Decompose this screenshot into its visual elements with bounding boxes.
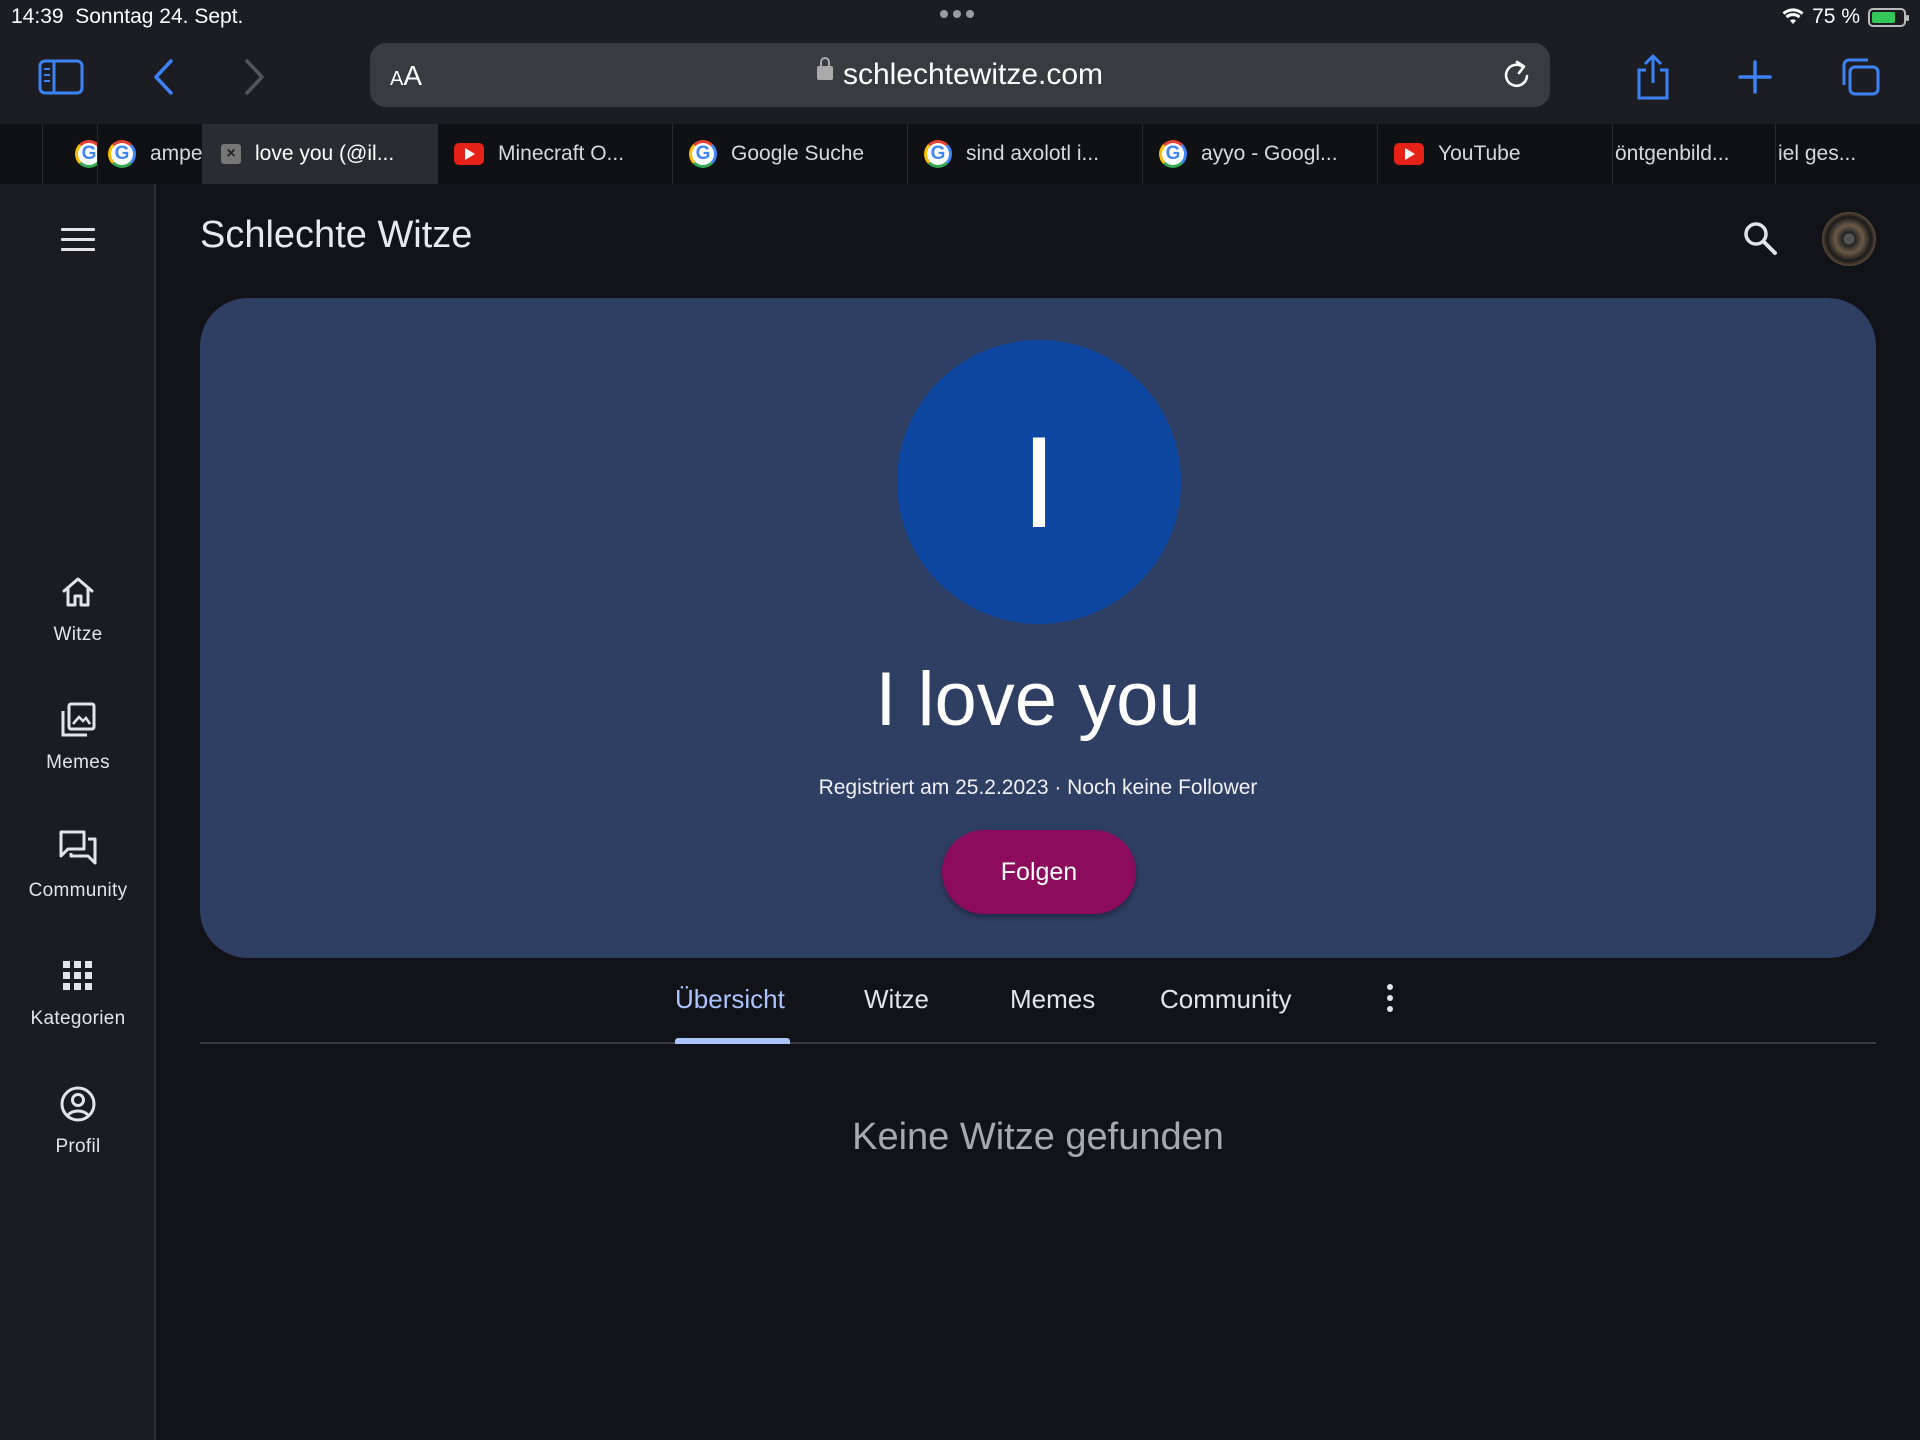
- google-icon: G: [689, 140, 717, 168]
- tab-label: iel ges...: [1778, 142, 1857, 165]
- browser-tab[interactable]: öntgenbild...: [1612, 124, 1775, 184]
- back-icon[interactable]: [138, 52, 188, 102]
- forward-icon[interactable]: [230, 52, 280, 102]
- nav-label: Memes: [46, 752, 110, 773]
- youtube-icon: [1394, 143, 1424, 165]
- empty-state-message: Keine Witze gefunden: [852, 1116, 1224, 1158]
- account-circle-icon: [0, 1082, 156, 1126]
- google-icon: G: [1159, 140, 1187, 168]
- url-text: schlechtewitze.com: [842, 58, 1104, 91]
- tab-label: öntgenbild...: [1615, 142, 1730, 165]
- follow-button[interactable]: Folgen: [942, 830, 1136, 914]
- wifi-icon: [1782, 8, 1804, 24]
- nav-item-community[interactable]: Community: [0, 826, 156, 902]
- browser-tab[interactable]: iel ges...: [1775, 124, 1905, 184]
- browser-tab[interactable]: Gampe: [97, 124, 202, 184]
- multitasking-dots-icon[interactable]: [940, 10, 974, 18]
- browser-tab-strip: G Gampe × love you (@il... Minecraft O...…: [0, 124, 1920, 184]
- youtube-icon: [454, 143, 484, 165]
- status-bar: 14:39 Sonntag 24. Sept. 75 %: [0, 0, 1920, 34]
- tab-memes[interactable]: Memes: [1010, 984, 1095, 1015]
- browser-tab[interactable]: G Google Suche: [672, 124, 907, 184]
- avatar-initial: I: [1020, 409, 1058, 555]
- profile-avatar: I: [897, 340, 1181, 624]
- tab-label: Google Suche: [731, 142, 865, 165]
- status-time: 14:39 Sonntag 24. Sept.: [11, 5, 243, 29]
- browser-tab[interactable]: Gayyo - Googl...: [1142, 124, 1377, 184]
- share-icon[interactable]: [1628, 52, 1678, 102]
- tab-label: ampe: [150, 142, 202, 165]
- tab-overview-icon[interactable]: [1835, 52, 1885, 102]
- tab-label: ayyo - Googl...: [1201, 142, 1338, 165]
- google-icon: G: [924, 140, 952, 168]
- nav-label: Profil: [55, 1136, 101, 1157]
- browser-tab[interactable]: G: [42, 124, 97, 184]
- nav-item-witze[interactable]: Witze: [0, 570, 156, 646]
- nav-label: Community: [28, 880, 128, 901]
- home-icon: [0, 570, 156, 614]
- lock-icon: [816, 57, 833, 81]
- profile-banner: I I love you Registriert am 25.2.2023 · …: [200, 298, 1876, 958]
- forum-icon: [0, 826, 156, 870]
- browser-tab[interactable]: Minecraft O...: [437, 124, 672, 184]
- new-tab-icon[interactable]: [1730, 52, 1780, 102]
- tab-strip-gap: [0, 124, 42, 184]
- nav-label: Witze: [53, 624, 103, 645]
- user-avatar[interactable]: [1822, 212, 1876, 266]
- search-icon[interactable]: [1742, 220, 1778, 261]
- image-gallery-icon: [0, 698, 156, 742]
- nav-item-memes[interactable]: Memes: [0, 698, 156, 774]
- browser-toolbar: AAAA schlechtewitze.com: [0, 34, 1920, 124]
- url-display[interactable]: schlechtewitze.com: [370, 57, 1550, 92]
- google-icon: G: [108, 140, 136, 168]
- status-indicators: 75 %: [1782, 5, 1909, 29]
- address-bar[interactable]: AAAA schlechtewitze.com: [370, 43, 1550, 107]
- profile-tabs: Übersicht Witze Memes Community: [200, 968, 1876, 1044]
- date: Sonntag 24. Sept.: [75, 5, 244, 28]
- menu-icon[interactable]: [61, 228, 95, 258]
- tab-community[interactable]: Community: [1160, 984, 1291, 1015]
- site-title[interactable]: Schlechte Witze: [200, 214, 472, 257]
- browser-tab[interactable]: YouTube: [1377, 124, 1612, 184]
- tab-label: Minecraft O...: [498, 142, 625, 165]
- browser-tab[interactable]: Gsind axolotl i...: [907, 124, 1142, 184]
- grid-icon: [0, 954, 156, 998]
- close-icon[interactable]: ×: [221, 144, 241, 164]
- profile-meta: Registriert am 25.2.2023 · Noch keine Fo…: [818, 776, 1258, 799]
- tab-label: YouTube: [1438, 142, 1521, 165]
- reload-icon[interactable]: [1500, 57, 1534, 96]
- tab-label: sind axolotl i...: [966, 142, 1100, 165]
- clock: 14:39: [11, 5, 64, 28]
- nav-item-kategorien[interactable]: Kategorien: [0, 954, 156, 1030]
- battery-percent: 75 %: [1812, 5, 1860, 28]
- tab-uebersicht[interactable]: Übersicht: [675, 984, 785, 1015]
- battery-icon: [1868, 7, 1909, 27]
- active-tab-indicator: [675, 1038, 790, 1044]
- sidebar-toggle-icon[interactable]: [36, 52, 86, 102]
- nav-item-profil[interactable]: Profil: [0, 1082, 156, 1158]
- tab-label: love you (@il...: [255, 142, 395, 165]
- browser-tab-active[interactable]: × love you (@il...: [202, 124, 437, 184]
- side-navigation: Witze Memes Community Kategorien Profil: [0, 184, 156, 1440]
- tab-witze[interactable]: Witze: [864, 984, 929, 1015]
- profile-name: I love you: [875, 657, 1201, 742]
- more-vertical-icon[interactable]: [1380, 984, 1400, 1012]
- google-icon: G: [75, 140, 97, 168]
- nav-label: Kategorien: [30, 1008, 126, 1029]
